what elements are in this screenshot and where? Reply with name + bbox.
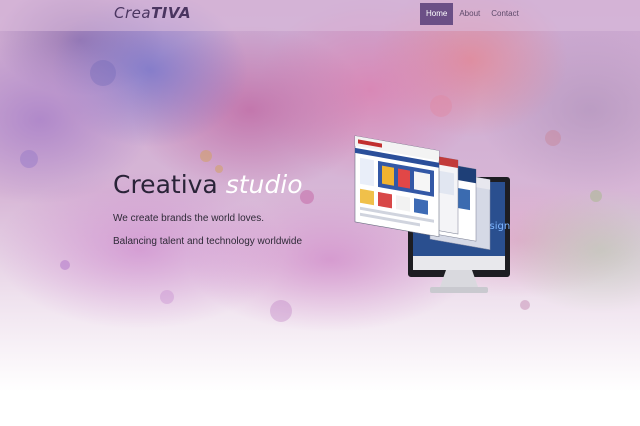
- hero-title-main: Creativa: [113, 170, 226, 199]
- nav-link-contact[interactable]: Contact: [485, 3, 525, 25]
- brand-logo-part1: Crea: [114, 4, 152, 22]
- brand-logo-part2: TIVA: [151, 4, 192, 22]
- hero-title-emphasis: studio: [225, 170, 303, 199]
- illustration-svg: design: [354, 135, 510, 293]
- paint-splash: [60, 260, 70, 270]
- paint-splash: [160, 290, 174, 304]
- paint-splash: [545, 130, 561, 146]
- paint-splash: [20, 150, 38, 168]
- nav-link-about[interactable]: About: [453, 3, 485, 25]
- responsive-web-design-illustration: design: [350, 125, 520, 305]
- webpage-layer-front: [354, 135, 440, 238]
- paint-splash: [590, 190, 602, 202]
- hero-tagline-1: We create brands the world loves.: [113, 213, 265, 224]
- brand-logo[interactable]: CreaTIVA: [114, 4, 191, 22]
- paint-splash: [430, 95, 452, 117]
- nav-menu: Home About Contact: [420, 3, 525, 25]
- nav-link-home[interactable]: Home: [420, 3, 454, 25]
- paint-splash: [520, 300, 530, 310]
- paint-splash: [270, 300, 292, 322]
- hero-title: Creativa studio: [113, 170, 303, 199]
- paint-splash: [90, 60, 116, 86]
- hero-background: [0, 0, 640, 426]
- top-navbar: CreaTIVA Home About Contact: [0, 0, 640, 31]
- hero-tagline-2: Balancing talent and technology worldwid…: [113, 236, 303, 247]
- paint-splash: [200, 150, 212, 162]
